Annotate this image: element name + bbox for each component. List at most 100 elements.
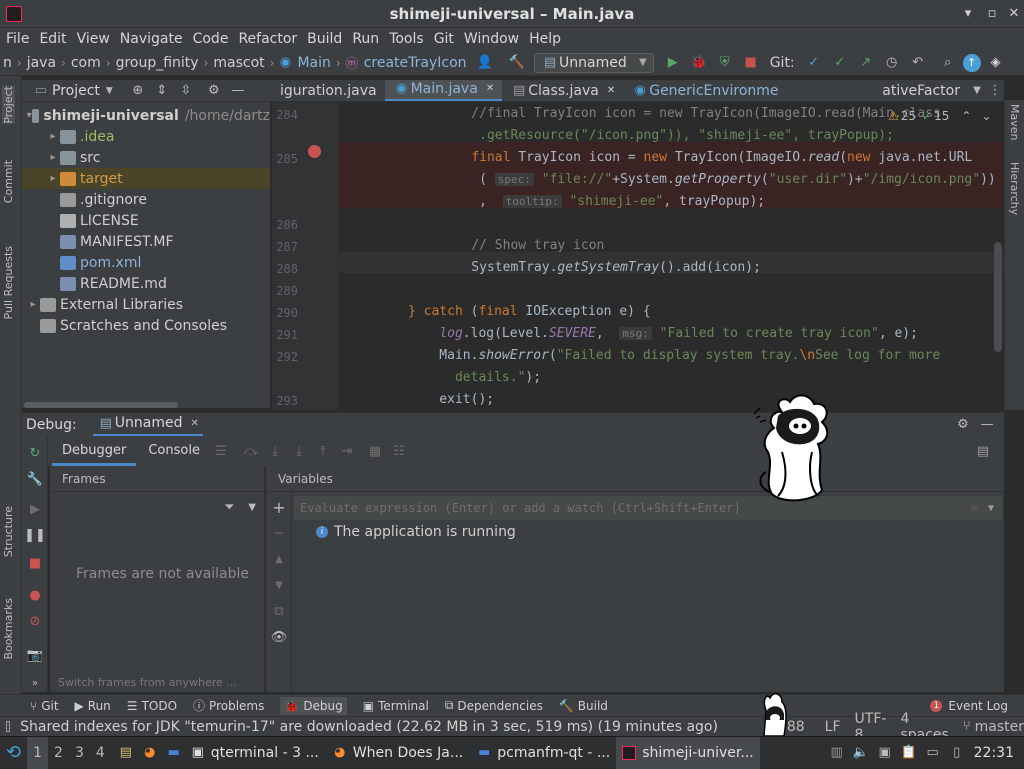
close-icon[interactable]: ✕ <box>607 80 615 101</box>
menu-icon[interactable]: ☰ <box>212 442 230 460</box>
tab-bookmarks[interactable]: Bookmarks <box>2 598 15 659</box>
settings-logo-icon[interactable]: ◈ <box>987 54 1005 72</box>
expand-arrow-icon[interactable]: ▸ <box>46 152 60 163</box>
build-hammer-icon[interactable]: 🔨 <box>508 54 526 72</box>
hide-icon[interactable]: — <box>978 416 996 434</box>
coverage-icon[interactable]: ⛨ <box>716 54 734 72</box>
step-over-icon[interactable]: ⤼ <box>242 442 260 460</box>
workspace-4[interactable]: 4 <box>90 737 111 769</box>
tree-node[interactable]: MANIFEST.MF <box>22 231 270 252</box>
keyboard-icon[interactable]: ▣ <box>876 744 894 762</box>
inspection-widget[interactable]: ⚠ 25 ✓ 15 ⌃ ⌄ <box>888 109 992 123</box>
file-manager-icon[interactable]: ▬ <box>165 744 183 762</box>
gear-icon[interactable]: ⚙ <box>954 416 972 434</box>
expand-arrow-icon[interactable]: ▸ <box>46 173 60 184</box>
editor-gutter[interactable]: 284 285 286 287 288 289 290 291 292 293 <box>272 102 338 410</box>
chevron-down-icon[interactable]: ▼ <box>106 86 113 96</box>
debug-icon[interactable]: 🐞 <box>690 54 708 72</box>
close-icon[interactable]: ✕ <box>190 418 198 429</box>
filter-icon[interactable]: ⏷ <box>220 498 238 516</box>
taskbar-item-qterminal[interactable]: ▣ qterminal - 3 ... <box>183 737 325 769</box>
tab-commit[interactable]: Commit <box>2 160 15 203</box>
breadcrumb-item[interactable]: com <box>68 55 104 71</box>
taskbar-item-pcmanfm[interactable]: ▬ pcmanfm-qt - ... <box>469 737 616 769</box>
code-editor[interactable]: 284 285 286 287 288 289 290 291 292 293 //final T… <box>272 102 1004 410</box>
tool-window-git[interactable]: ⑂ Git <box>30 699 59 713</box>
step-into-icon[interactable]: ⤓ <box>266 442 284 460</box>
git-branch[interactable]: master <box>975 719 1024 735</box>
tab-configuration-java[interactable]: iguration.java <box>272 80 385 101</box>
locate-icon[interactable]: ⊕ <box>129 82 147 100</box>
close-button[interactable]: ✕ <box>1006 6 1022 22</box>
line-separator[interactable]: LF <box>825 719 841 735</box>
tool-window-run[interactable]: ▶ Run <box>75 699 111 713</box>
tool-window-problems[interactable]: ⓘ Problems <box>193 697 264 714</box>
update-icon[interactable]: ↑ <box>962 53 981 72</box>
stop-icon[interactable]: ■ <box>742 54 760 72</box>
tab-console[interactable]: Console <box>136 436 212 466</box>
run-config-select[interactable]: ▤ Unnamed ▼ <box>534 52 654 73</box>
tool-window-todo[interactable]: ☰ TODO <box>127 699 177 713</box>
minimize-button[interactable]: ▾ <box>960 6 976 22</box>
menu-item-tools[interactable]: Tools <box>384 28 429 50</box>
tree-node[interactable]: ▸ External Libraries <box>22 294 270 315</box>
project-tree-scrollbar[interactable] <box>24 402 178 408</box>
taskbar-item-intellij[interactable]: shimeji-univer... <box>616 736 760 769</box>
evaluate-expression-field[interactable]: Evaluate expression (Enter) or add a wat… <box>294 496 1002 520</box>
chevron-down-icon[interactable]: ▼ <box>988 503 994 514</box>
menu-item-help[interactable]: Help <box>524 28 566 50</box>
more-vertical-icon[interactable]: ⋮ <box>986 82 1004 100</box>
chevron-down-icon[interactable]: ⌄ <box>981 109 991 123</box>
shimeji-mascot[interactable] <box>752 392 836 506</box>
breadcrumb-item[interactable]: java <box>24 55 59 71</box>
rollback-icon[interactable]: ↶ <box>909 54 927 72</box>
more-icon[interactable]: » <box>26 674 44 692</box>
menu-item-navigate[interactable]: Navigate <box>115 28 188 50</box>
expand-arrow-icon[interactable]: ▸ <box>26 299 40 310</box>
taskbar-item-firefox[interactable]: ◕ When Does Ja... <box>325 737 469 769</box>
menu-item-refactor[interactable]: Refactor <box>233 28 302 50</box>
breadcrumb-item[interactable]: createTrayIcon <box>361 55 470 71</box>
breakpoint-icon[interactable] <box>308 145 321 158</box>
add-watch-icon[interactable]: + <box>270 498 288 517</box>
status-message[interactable]: Shared indexes for JDK "temurin-17" are … <box>20 719 718 735</box>
menu-item-edit[interactable]: Edit <box>34 28 71 50</box>
history-icon[interactable]: ◷ <box>883 54 901 72</box>
tree-node[interactable]: ▸ target <box>22 168 270 189</box>
hide-icon[interactable]: — <box>229 82 247 100</box>
menu-item-code[interactable]: Code <box>188 28 234 50</box>
editor-scrollbar[interactable] <box>994 242 1002 352</box>
tree-node[interactable]: .gitignore <box>22 189 270 210</box>
camera-icon[interactable]: 📷 <box>26 646 44 664</box>
debug-session-tab[interactable]: ▤ Unnamed ✕ <box>92 413 203 437</box>
menu-item-run[interactable]: Run <box>347 28 384 50</box>
step-out-icon[interactable]: ⤒ <box>314 442 332 460</box>
tree-node[interactable]: README.md <box>22 273 270 294</box>
tab-debugger[interactable]: Debugger <box>52 436 137 466</box>
chevron-down-icon[interactable]: ▼ <box>248 502 256 513</box>
stop-icon[interactable]: ■ <box>26 554 44 572</box>
resume-icon[interactable]: ▶ <box>26 500 44 518</box>
maximize-button[interactable]: ▫ <box>984 6 1000 22</box>
collapse-all-icon[interactable]: ⇳ <box>177 82 195 100</box>
menu-item-view[interactable]: View <box>72 28 115 50</box>
clock[interactable]: 22:31 <box>974 745 1014 761</box>
tool-window-debug[interactable]: 🐞 Debug <box>280 696 347 715</box>
tree-node[interactable]: Scratches and Consoles <box>22 315 270 336</box>
expand-all-icon[interactable]: ⇕ <box>153 82 171 100</box>
workspace-3[interactable]: 3 <box>69 737 90 769</box>
tab-genericenvironment[interactable]: ◉ GenericEnvironme <box>623 80 786 101</box>
square-icon[interactable] <box>6 721 11 732</box>
chevron-up-icon[interactable]: ⌃ <box>961 109 971 123</box>
remove-icon[interactable]: − <box>270 524 288 542</box>
view-breakpoints-icon[interactable]: ● <box>26 586 44 604</box>
start-menu-button[interactable]: ⟲ <box>0 737 27 769</box>
move-up-icon[interactable]: ▲ <box>270 550 288 568</box>
network-icon[interactable]: ▭ <box>924 744 942 762</box>
layout-icon[interactable]: ▤ <box>974 442 992 460</box>
glasses-icon[interactable]: ∞ <box>971 501 978 515</box>
shimeji-mascot-small[interactable] <box>756 690 792 736</box>
move-down-icon[interactable]: ▼ <box>270 576 288 594</box>
close-icon[interactable]: ✕ <box>486 80 494 100</box>
show-desktop-icon[interactable]: ▤ <box>117 744 135 762</box>
